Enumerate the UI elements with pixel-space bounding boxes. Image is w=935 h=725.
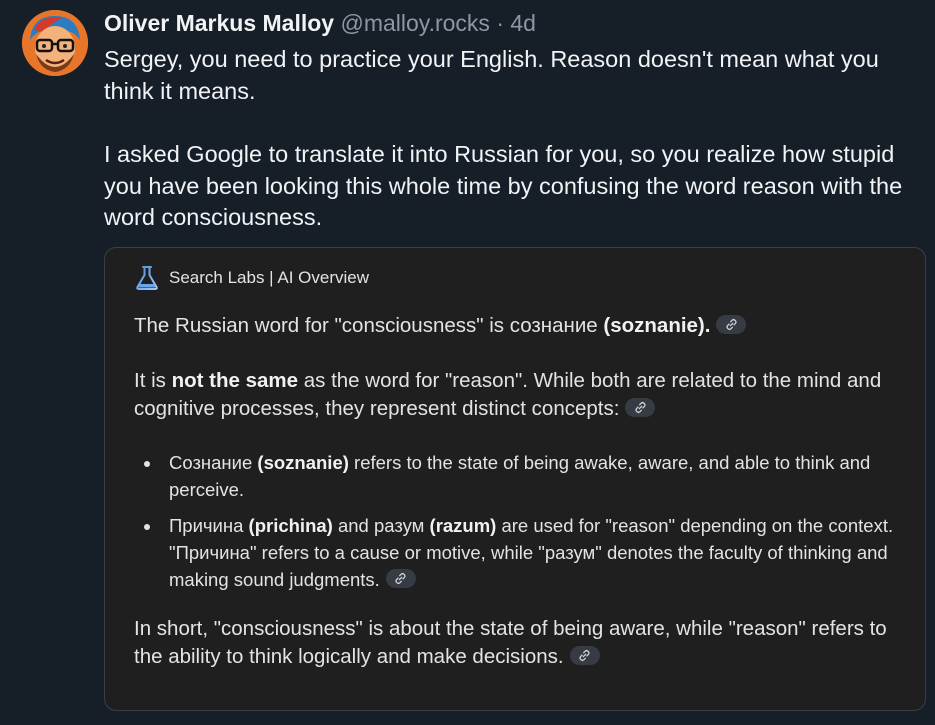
link-icon: [579, 650, 590, 662]
source-link-chip[interactable]: [625, 398, 656, 418]
embedded-screenshot[interactable]: Search Labs | AI Overview The Russian wo…: [104, 247, 926, 711]
bold-text: (soznanie): [257, 451, 349, 473]
text: and разум: [332, 514, 430, 536]
ai-overview-title: Search Labs | AI Overview: [169, 268, 370, 287]
bold-text: (razum): [429, 514, 497, 536]
bold-text: (prichina): [248, 514, 333, 536]
bold-text: (soznanie).: [603, 314, 711, 337]
source-link-chip[interactable]: [716, 315, 747, 335]
labs-flask-icon: [135, 265, 159, 291]
overview-paragraph-2: It is not the same as the word for "reas…: [134, 367, 904, 424]
bold-text: not the same: [171, 368, 299, 392]
author-name[interactable]: Oliver Markus Malloy: [104, 10, 334, 36]
link-icon: [726, 319, 737, 331]
avatar[interactable]: [22, 10, 88, 76]
list-item: Причина (prichina) and разум (razum) are…: [144, 512, 904, 593]
ai-overview-content: The Russian word for "consciousness" is …: [134, 312, 904, 672]
text: It is: [134, 368, 172, 392]
source-link-chip[interactable]: [569, 646, 600, 666]
overview-paragraph-4: In short, "consciousness" is about the s…: [134, 615, 904, 672]
overview-paragraph-1: The Russian word for "consciousness" is …: [134, 312, 904, 341]
list-item: Сознание (soznanie) refers to the state …: [144, 449, 904, 503]
post-paragraph-1: Sergey, you need to practice your Englis…: [104, 46, 879, 104]
separator: ·: [496, 10, 504, 36]
text: The Russian word for "consciousness" is …: [134, 314, 604, 337]
post-time[interactable]: 4d: [510, 10, 536, 36]
author-handle[interactable]: @malloy.rocks: [340, 10, 489, 36]
source-link-chip[interactable]: [385, 569, 416, 589]
text: In short, "consciousness" is about the s…: [134, 616, 887, 669]
avatar-image: [22, 10, 88, 76]
link-icon: [635, 402, 646, 414]
text: Сознание: [169, 451, 258, 473]
ai-overview-header: Search Labs | AI Overview: [135, 265, 369, 291]
text: Причина: [169, 514, 249, 536]
post-header: Oliver Markus Malloy @malloy.rocks · 4d: [104, 9, 536, 37]
post: Oliver Markus Malloy @malloy.rocks · 4d …: [0, 0, 935, 725]
overview-bullets: Сознание (soznanie) refers to the state …: [134, 449, 904, 593]
post-paragraph-2: I asked Google to translate it into Russ…: [104, 141, 903, 230]
post-body: Sergey, you need to practice your Englis…: [104, 44, 914, 234]
link-icon: [395, 573, 406, 585]
